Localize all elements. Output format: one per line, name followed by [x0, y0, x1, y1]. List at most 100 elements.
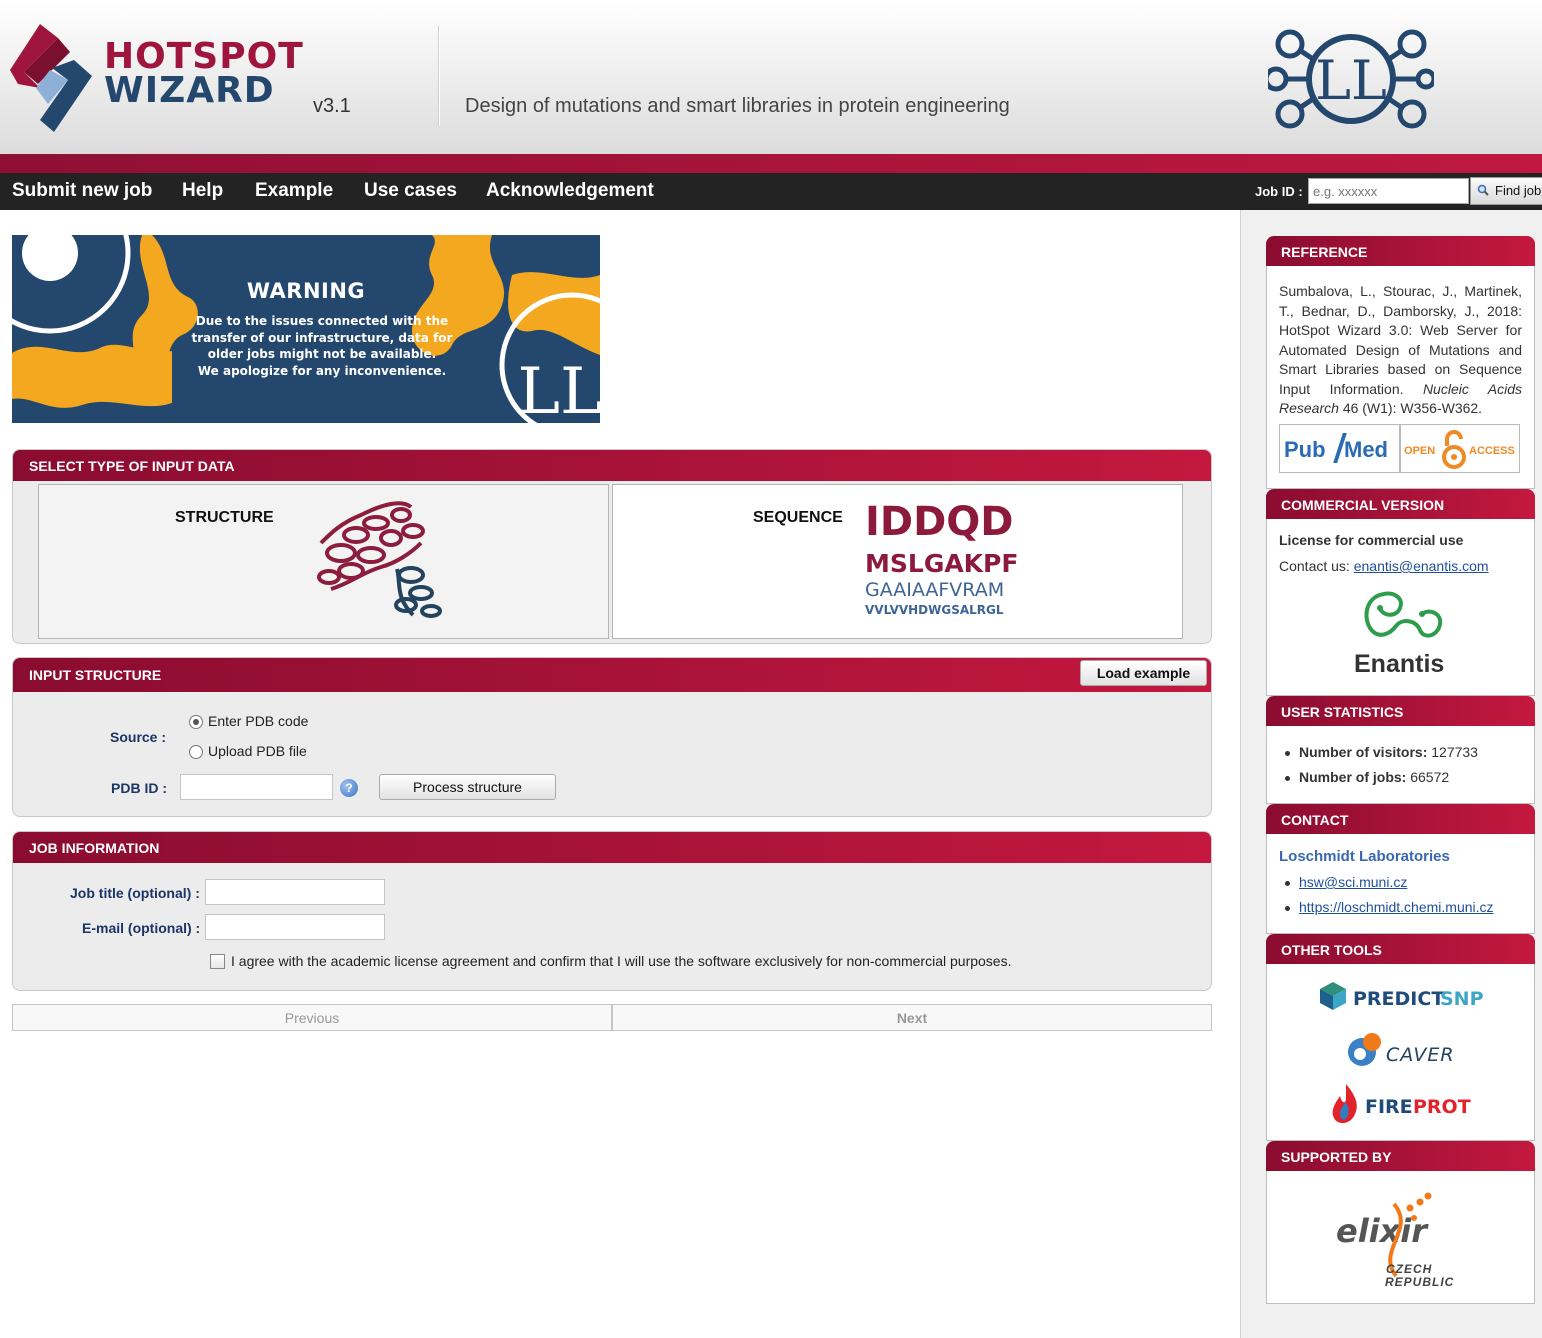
help-icon[interactable]: ? [340, 779, 358, 797]
input-structure-panel: INPUT STRUCTURE Load example Source : En… [12, 657, 1212, 817]
job-information-panel: JOB INFORMATION Job title (optional) : E… [12, 831, 1212, 991]
previous-button[interactable]: Previous [12, 1004, 612, 1031]
load-example-button[interactable]: Load example [1080, 660, 1207, 686]
job-title-label: Job title (optional) : [70, 885, 200, 901]
warning-message: Due to the issues connected with the tra… [172, 313, 472, 379]
sequence-sample-line: IDDQD [865, 499, 1014, 545]
sequence-sample-line: MSLGAKPF [865, 549, 1019, 578]
sequence-option[interactable]: SEQUENCE IDDQD MSLGAKPF GAAIAAFVRAM VVLV… [612, 484, 1183, 639]
sequence-sample-line: GAAIAAFVRAM [865, 579, 1005, 601]
warning-line: We apologize for any inconvenience. [197, 363, 447, 378]
structure-option[interactable]: STRUCTURE [38, 484, 609, 639]
fireprot-text-a: FIRE [1365, 1096, 1413, 1118]
elixir-sub-czech: CZECH [1386, 1262, 1433, 1276]
contact-email-link[interactable]: hsw@sci.muni.cz [1299, 874, 1407, 890]
pdb-id-label: PDB ID : [111, 780, 167, 796]
find-job-label: Find job [1495, 183, 1542, 198]
visitors-label: Number of visitors: [1299, 744, 1428, 760]
visitors-stat: Number of visitors: 127733 [1299, 744, 1478, 760]
find-job-button[interactable]: Find job [1470, 177, 1542, 205]
predictsnp-text-a: PREDICT [1353, 988, 1445, 1010]
nav-acknowledgement[interactable]: Acknowledgement [486, 180, 654, 202]
site-header: HOTSPOT WIZARD v3.1 Design of mutations … [0, 0, 1542, 155]
logo-line-2: WIZARD [104, 70, 275, 111]
email-input[interactable] [205, 914, 385, 940]
pubmed-pub-text: Pub [1284, 437, 1326, 462]
next-button[interactable]: Next [612, 1004, 1212, 1031]
bullet-icon [1285, 776, 1290, 781]
warning-line: transfer of our infrastructure, data for [191, 330, 453, 345]
panel-heading: JOB INFORMATION [13, 832, 1211, 863]
enantis-logo-icon[interactable] [1360, 590, 1444, 646]
hotspot-wizard-logo-icon[interactable] [10, 24, 92, 132]
panel-heading: INPUT STRUCTURE [13, 658, 1211, 692]
sequence-label: SEQUENCE [753, 509, 843, 526]
source-label: Source : [110, 729, 167, 745]
jobs-stat: Number of jobs: 66572 [1299, 769, 1449, 785]
job-title-input[interactable] [205, 879, 385, 905]
reference-heading: REFERENCE [1266, 236, 1535, 267]
jobs-value: 66572 [1410, 769, 1450, 785]
predictsnp-icon [1320, 982, 1346, 1010]
contact-website-link[interactable]: https://loschmidt.chemi.muni.cz [1299, 899, 1494, 915]
commercial-license-text: License for commercial use [1279, 532, 1464, 548]
user-statistics-box [1266, 726, 1535, 804]
search-icon [1477, 184, 1489, 196]
select-input-type-panel: SELECT TYPE OF INPUT DATA STRUCTURE SEQU… [12, 449, 1212, 644]
contact-lab-name: Loschmidt Laboratories [1279, 848, 1450, 865]
visitors-value: 127733 [1431, 744, 1478, 760]
open-text: OPEN [1404, 445, 1436, 457]
license-agree-checkbox[interactable] [210, 954, 225, 969]
panel-heading: SELECT TYPE OF INPUT DATA [13, 450, 1211, 481]
elixir-sub-republic: REPUBLIC [1385, 1275, 1455, 1289]
logo-text[interactable]: HOTSPOT WIZARD [104, 36, 304, 111]
job-id-input[interactable] [1308, 178, 1469, 204]
header-red-band [0, 154, 1542, 174]
warning-line: older jobs might not be available. [207, 347, 437, 361]
citation-text: Sumbalova, L., Stourac, J., Martinek, T.… [1279, 283, 1522, 397]
tagline: Design of mutations and smart libraries … [465, 95, 1010, 117]
user-statistics-heading: USER STATISTICS [1266, 696, 1535, 727]
bullet-icon [1285, 751, 1290, 756]
email-label: E-mail (optional) : [82, 920, 201, 936]
sequence-sample-line: VVLVVHDWGSALRGL [865, 603, 1004, 617]
warning-title: WARNING [246, 279, 366, 303]
pdb-id-input[interactable] [180, 774, 333, 800]
nav-submit-new-job[interactable]: Submit new job [12, 180, 152, 202]
enantis-email-link[interactable]: enantis@enantis.com [1354, 558, 1489, 574]
pubmed-med-text: Med [1344, 437, 1388, 462]
jobs-label: Number of jobs: [1299, 769, 1407, 785]
radio-upload-pdb-file[interactable] [189, 745, 203, 759]
version-label: v3.1 [313, 95, 351, 117]
bullet-icon [1285, 881, 1290, 886]
loschmidt-labs-logo-icon[interactable]: LL [1268, 24, 1434, 134]
header-divider [438, 26, 439, 126]
contact-prefix: Contact us: [1279, 558, 1350, 574]
radio-enter-pdb-code[interactable] [189, 715, 203, 729]
enter-pdb-code-label[interactable]: Enter PDB code [208, 713, 308, 729]
license-agree-text[interactable]: I agree with the academic license agreem… [231, 953, 1011, 969]
fireprot-flame-icon [1332, 1084, 1357, 1124]
enantis-logo-text[interactable]: Enantis [1354, 650, 1444, 679]
caver-icon [1348, 1033, 1381, 1066]
structure-label: STRUCTURE [175, 509, 274, 526]
other-tools-heading: OTHER TOOLS [1266, 934, 1535, 965]
nav-use-cases[interactable]: Use cases [364, 180, 457, 202]
pubmed-badge[interactable]: Pub Med [1279, 424, 1400, 473]
warning-banner: LL WARNING Due to the issues connected w… [12, 235, 600, 423]
citation-volume: 46 (W1): W356-W362. [1342, 400, 1483, 416]
bullet-icon [1285, 906, 1290, 911]
fireprot-text-b: PROT [1413, 1096, 1471, 1118]
process-structure-button[interactable]: Process structure [379, 774, 556, 800]
logo-line-1: HOTSPOT [104, 36, 304, 77]
reference-citation: Sumbalova, L., Stourac, J., Martinek, T.… [1279, 282, 1522, 419]
upload-pdb-file-label[interactable]: Upload PDB file [208, 743, 307, 759]
supported-by-heading: SUPPORTED BY [1266, 1141, 1535, 1172]
warning-line: Due to the issues connected with the [195, 314, 449, 328]
contact-heading: CONTACT [1266, 804, 1535, 835]
svg-text:LL: LL [518, 355, 601, 423]
nav-help[interactable]: Help [182, 180, 223, 202]
nav-example[interactable]: Example [255, 180, 333, 202]
open-access-badge[interactable]: OPEN ACCESS [1400, 424, 1520, 473]
predictsnp-text-b: SNP [1440, 988, 1484, 1010]
